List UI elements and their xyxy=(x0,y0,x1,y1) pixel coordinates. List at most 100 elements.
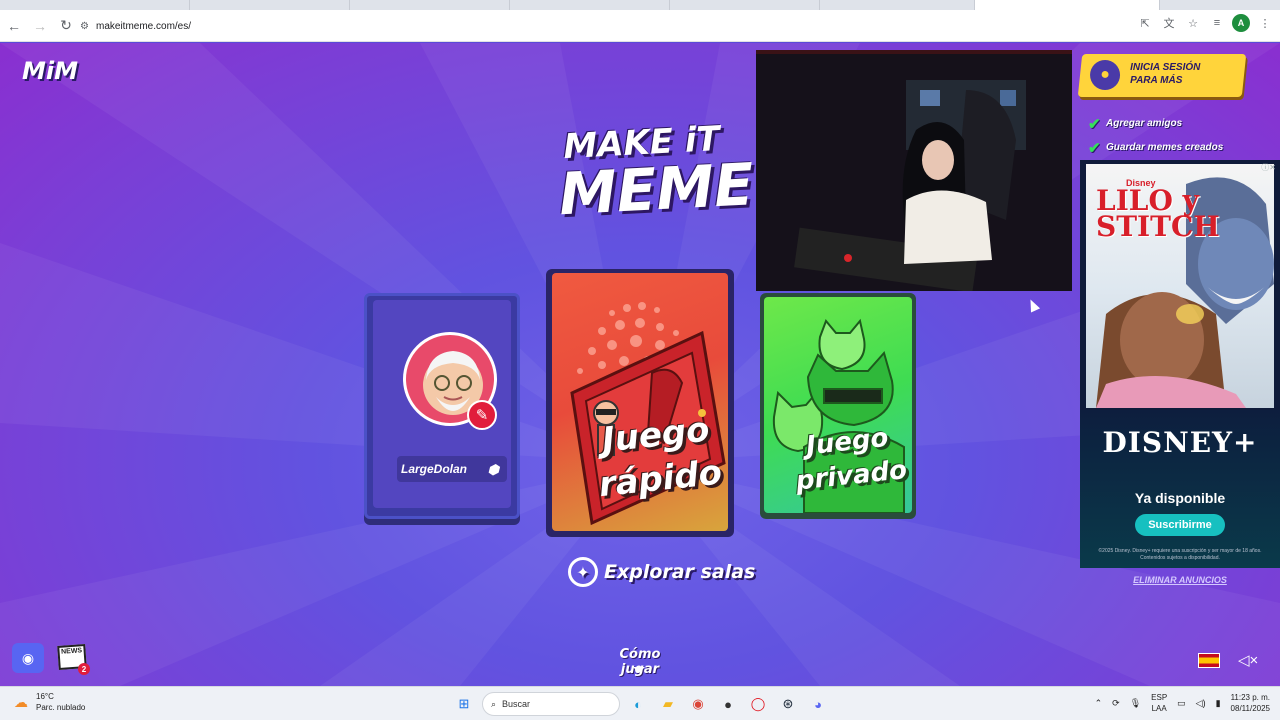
language-indicator[interactable]: ESP LAA xyxy=(1151,692,1167,714)
steam-icon[interactable]: ⊛ xyxy=(776,692,800,716)
profile-card: ✎ LargeDolan ⬢ xyxy=(364,293,520,519)
site-info-icon[interactable]: ⚙ xyxy=(80,21,96,32)
perk-item: ✔ Guardar memes creados xyxy=(1088,135,1223,159)
ad-movie-title: LILO y STITCH xyxy=(1096,187,1220,243)
ad-subscribe-button[interactable]: Suscribirme xyxy=(1135,514,1225,536)
ad-poster[interactable]: Disney LILO y STITCH xyxy=(1086,164,1274,408)
username-field[interactable]: LargeDolan ⬢ xyxy=(397,456,507,482)
quick-play-title: Juego rápido xyxy=(596,409,724,506)
main-logo: MAKE iT MEME xyxy=(556,119,756,229)
perk-item: ✔ Agregar amigos xyxy=(1088,111,1223,135)
address-bar[interactable]: ⚙ makeitmeme.com/es/ xyxy=(80,14,1120,38)
perk-label: Agregar amigos xyxy=(1106,117,1183,129)
edge-icon[interactable]: ◐ xyxy=(626,692,650,716)
browser-tab[interactable] xyxy=(350,0,510,10)
battery-icon[interactable]: ▮ xyxy=(1216,698,1221,709)
news-count-badge: 2 xyxy=(78,663,90,675)
profile-avatar-icon[interactable]: A xyxy=(1232,14,1250,32)
back-arrow-icon[interactable]: ← xyxy=(2,14,26,38)
weather-temperature: 16°C xyxy=(36,692,54,701)
microphone-icon[interactable]: 🎙 xyxy=(1130,698,1141,709)
system-tray: ⌃ ⟳ 🎙 ESP LAA ▭ ◁) ▮ 11:23 p. m. 08/11/2… xyxy=(1095,692,1270,714)
ad-brand-logo: DISNEY+ xyxy=(1102,426,1258,459)
url-text: makeitmeme.com/es/ xyxy=(96,20,192,32)
pencil-icon: ✎ xyxy=(475,407,489,424)
quick-play-card[interactable]: Juego rápido xyxy=(546,269,734,537)
bookmark-star-icon[interactable]: ☆ xyxy=(1184,14,1202,32)
network-icon[interactable]: ▭ xyxy=(1177,698,1186,709)
discord-icon: ◉ xyxy=(21,649,35,666)
browser-tab[interactable] xyxy=(670,0,820,10)
discord-taskbar-icon[interactable]: ◕ xyxy=(806,692,830,716)
ad-available-text: Ya disponible xyxy=(1134,490,1226,506)
file-explorer-icon[interactable]: ▰ xyxy=(656,692,680,716)
chrome-icon[interactable]: ◉ xyxy=(686,692,710,716)
remove-ads-link[interactable]: ELIMINAR ANUNCIOS xyxy=(1080,575,1280,585)
windows-taskbar: ☁ 16°C Parc. nublado ⊞ ⌕ Buscar ◐ ▰ ◉ ● … xyxy=(0,686,1280,720)
randomize-dice-icon[interactable]: ⬢ xyxy=(488,462,499,478)
ad-movie-title-line2: STITCH xyxy=(1096,210,1220,243)
reload-icon[interactable]: ↻ xyxy=(54,14,78,38)
perk-label: Guardar memes creados xyxy=(1106,141,1224,153)
lang-line2: LAA xyxy=(1151,704,1167,713)
news-button[interactable]: NEWS 2 xyxy=(57,643,90,675)
weather-widget[interactable]: ☁ 16°C Parc. nublado xyxy=(14,691,85,713)
chevron-down-icon[interactable] xyxy=(633,667,645,673)
discord-button[interactable]: ◉ xyxy=(12,643,44,673)
check-icon: ✔ xyxy=(1088,116,1101,133)
clock[interactable]: 11:23 p. m. 08/11/2025 xyxy=(1231,692,1270,714)
login-text: INICIA SESIÓN PARA MÁS xyxy=(1130,61,1230,87)
webcam-overlay xyxy=(756,50,1072,291)
speaker-mute-icon[interactable]: ◁× xyxy=(1238,651,1258,669)
login-line2: PARA MÁS xyxy=(1130,75,1183,86)
private-game-card[interactable]: Juego privado xyxy=(760,293,916,519)
lang-line1: ESP xyxy=(1151,693,1168,702)
browser-tab-strip xyxy=(0,0,1280,10)
clock-date: 08/11/2025 xyxy=(1230,704,1270,713)
small-logo[interactable]: MiM xyxy=(22,57,78,85)
spain-flag-icon[interactable] xyxy=(1198,653,1220,668)
globe-icon: ✦ xyxy=(568,557,598,587)
game-area: MiM MAKE iT MEME ✎ LargeDolan ⬢ Juego rá… xyxy=(0,43,1280,686)
sync-icon[interactable]: ⟳ xyxy=(1112,698,1120,709)
search-placeholder: Buscar xyxy=(502,699,531,709)
ad-cta-area: DISNEY+ Ya disponible Suscribirme ©2025 … xyxy=(1080,410,1280,568)
translate-icon[interactable]: 文 xyxy=(1160,14,1178,32)
advertisement[interactable]: Disney LILO y STITCH ⓘ✕ DISNEY+ Ya dispo… xyxy=(1080,160,1280,568)
menu-dots-icon[interactable]: ⋮ xyxy=(1256,14,1274,32)
login-banner-button[interactable]: ● INICIA SESIÓN PARA MÁS xyxy=(1077,54,1247,97)
weather-description: Parc. nublado xyxy=(36,703,86,712)
main-logo-line2: MEME xyxy=(557,150,756,229)
private-game-title: Juego privado xyxy=(794,422,909,497)
volume-icon[interactable]: ◁) xyxy=(1196,698,1206,709)
news-label: NEWS xyxy=(60,647,83,656)
browser-tab[interactable] xyxy=(190,0,350,10)
browser-tab[interactable] xyxy=(0,0,190,10)
weather-cloud-icon: ☁ xyxy=(14,694,28,710)
ad-info-icon[interactable]: ⓘ✕ xyxy=(1261,162,1276,173)
windows-start-icon[interactable]: ⊞ xyxy=(452,692,476,716)
browser-tab[interactable] xyxy=(510,0,670,10)
check-icon: ✔ xyxy=(1088,140,1101,157)
search-icon: ⌕ xyxy=(491,698,497,709)
webcam-image xyxy=(756,50,1072,291)
ad-legal-text: ©2025 Disney. Disney+ requiere una suscr… xyxy=(1098,548,1262,561)
show-hidden-icons-icon[interactable]: ⌃ xyxy=(1095,698,1103,709)
taskbar-search[interactable]: ⌕ Buscar xyxy=(482,692,620,716)
user-icon: ● xyxy=(1090,60,1121,90)
browser-tab[interactable] xyxy=(820,0,975,10)
tab-search-icon[interactable]: ≡ xyxy=(1208,14,1226,32)
opera-icon[interactable]: ◯ xyxy=(746,692,770,716)
login-perks-list: ✔ Agregar amigos ✔ Guardar memes creados xyxy=(1088,111,1223,159)
forward-arrow-icon[interactable]: → xyxy=(28,14,52,38)
edit-avatar-button[interactable]: ✎ xyxy=(467,400,497,430)
explore-rooms-button[interactable]: ✦ Explorar salas xyxy=(568,557,755,587)
explore-rooms-label: Explorar salas xyxy=(604,561,756,583)
taskbar-apps: ⊞ ⌕ Buscar ◐ ▰ ◉ ● ◯ ⊛ ◕ xyxy=(452,692,830,716)
install-icon[interactable]: ⇱ xyxy=(1136,14,1154,32)
app-icon[interactable]: ● xyxy=(716,692,740,716)
browser-tab-active[interactable] xyxy=(975,0,1160,10)
clock-time: 11:23 p. m. xyxy=(1230,693,1270,702)
username-text: LargeDolan xyxy=(401,462,468,476)
browser-toolbar: ← → ↻ ⚙ makeitmeme.com/es/ ⇱ 文 ☆ ≡ A ⋮ xyxy=(0,10,1280,42)
